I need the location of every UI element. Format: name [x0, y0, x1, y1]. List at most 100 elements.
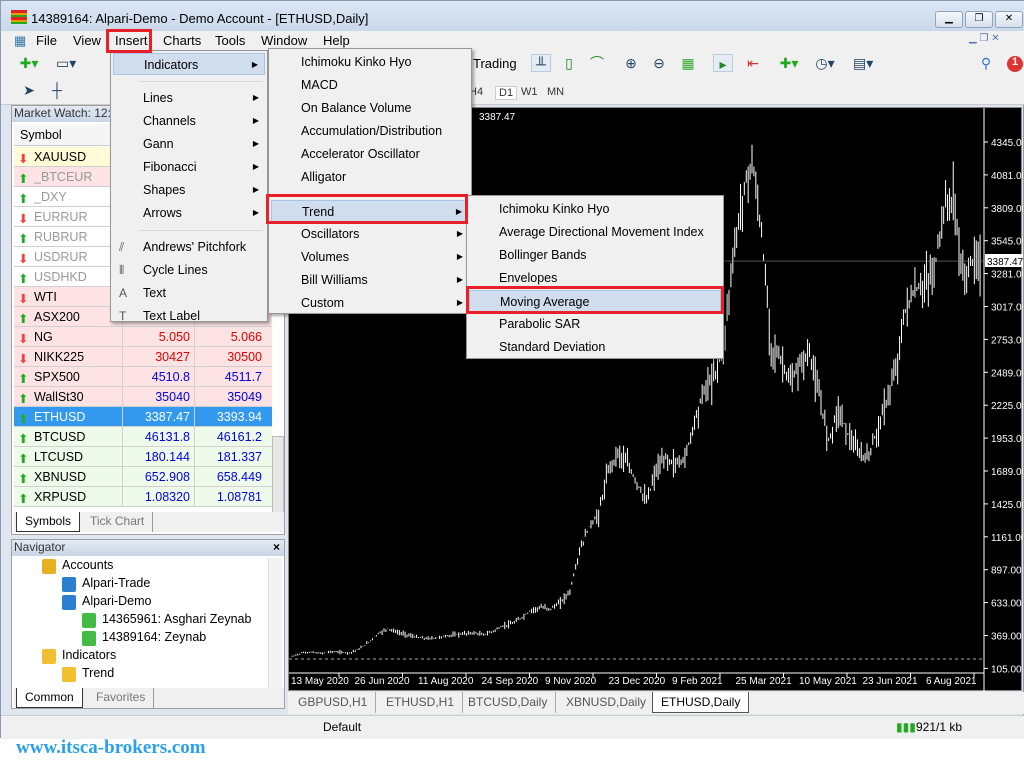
arrow-down-icon: ⬇ [18, 332, 29, 346]
templates-icon[interactable]: ▤▾ [853, 54, 873, 72]
navigator-close-icon[interactable]: × [273, 540, 280, 554]
menu-item-accumulation-distribution[interactable]: Accumulation/Distribution [271, 120, 469, 142]
chart-shift-icon[interactable]: ▸ [713, 54, 733, 72]
navigator-item[interactable]: Indicators [62, 648, 116, 662]
bid-price: 5.050 [122, 327, 194, 347]
menu-item-parabolic-sar[interactable]: Parabolic SAR [469, 313, 721, 335]
tile-windows-icon[interactable]: ▦ [678, 54, 698, 72]
timeframe-mn[interactable]: MN [547, 86, 564, 98]
price-label: 3281.00 [991, 270, 1023, 281]
market-watch-row[interactable]: ⬇ NIKK225 30427 30500 [14, 347, 272, 367]
chart-tab[interactable]: ETHUSD,H1 [378, 692, 464, 713]
menu-item-average-directional-movement-index[interactable]: Average Directional Movement Index [469, 221, 721, 243]
menu-item-accelerator-oscillator[interactable]: Accelerator Oscillator [271, 143, 469, 165]
menu-window[interactable]: Window [259, 33, 309, 48]
notification-badge[interactable]: 1 [1007, 56, 1023, 72]
menu-item-fibonacci[interactable]: Fibonacci ▶ [113, 156, 265, 178]
navigator-item[interactable]: Trend [82, 666, 114, 680]
market-watch-row[interactable]: ⬆ LTCUSD 180.144 181.337 [14, 447, 272, 467]
chart-tab[interactable]: XBNUSD,Daily [558, 692, 656, 713]
tab-common[interactable]: Common [16, 688, 83, 708]
new-chart-icon[interactable]: ✚▾ [19, 54, 39, 72]
line-chart-icon[interactable]: ⌒ [587, 54, 607, 72]
menu-item-custom[interactable]: Custom ▶ [271, 292, 469, 314]
menu-item-cycle-lines[interactable]: ⦀ Cycle Lines [113, 259, 265, 281]
auto-scroll-icon[interactable]: ⇤ [743, 54, 763, 72]
menu-tools[interactable]: Tools [213, 33, 247, 48]
menu-item-macd[interactable]: MACD [271, 74, 469, 96]
menu-charts[interactable]: Charts [161, 33, 203, 48]
chart-window-icon[interactable]: ▦ [14, 33, 26, 49]
tab-symbols[interactable]: Symbols [16, 512, 81, 532]
arrow-up-icon: ⬆ [18, 272, 29, 286]
menu-item-bollinger-bands[interactable]: Bollinger Bands [469, 244, 721, 266]
market-watch-row[interactable]: ⬆ BTCUSD 46131.8 46161.2 [14, 427, 272, 447]
candlestick-icon[interactable]: ▯ [559, 54, 579, 72]
menu-item-lines[interactable]: Lines ▶ [113, 87, 265, 109]
ask-price: 658.449 [194, 467, 266, 487]
autotrading-button[interactable]: Trading [473, 56, 517, 71]
ask-price: 1.08781 [194, 487, 266, 507]
menu-view[interactable]: View [71, 33, 103, 48]
symbol-name: BTCUSD [34, 430, 86, 444]
timeframe-d1[interactable]: D1 [495, 86, 518, 100]
menu-item-oscillators[interactable]: Oscillators ▶ [271, 223, 469, 245]
chart-tab[interactable]: GBPUSD,H1 [290, 692, 377, 713]
market-watch-row[interactable]: ⬆ SPX500 4510.8 4511.7 [14, 367, 272, 387]
navigator-item[interactable]: Alpari-Demo [82, 594, 151, 608]
menu-item-andrews-pitchfork[interactable]: ⫽ Andrews' Pitchfork [113, 236, 265, 258]
search-icon[interactable]: ⚲ [976, 54, 996, 72]
indicators-add-icon[interactable]: ✚▾ [779, 54, 799, 72]
minimize-button[interactable]: ▁ [935, 11, 963, 28]
menu-item-on-balance-volume[interactable]: On Balance Volume [271, 97, 469, 119]
bar-chart-icon[interactable]: ╨ [531, 54, 551, 72]
market-watch-row[interactable]: ⬇ NG 5.050 5.066 [14, 327, 272, 347]
tab-favorites[interactable]: Favorites [88, 688, 155, 708]
menu-item-standard-deviation[interactable]: Standard Deviation [469, 336, 721, 358]
navigator-item[interactable]: Alpari-Trade [82, 576, 150, 590]
menu-item-alligator[interactable]: Alligator [271, 166, 469, 188]
child-window-controls[interactable]: ▁ ❐ ✕ [969, 33, 1000, 44]
chart-tab[interactable]: ETHUSD,Daily [652, 692, 750, 713]
menu-item-label: Text [143, 286, 166, 300]
market-watch-scrollbar[interactable] [272, 436, 284, 516]
menu-item-channels[interactable]: Channels ▶ [113, 110, 265, 132]
window-title: 14389164: Alpari-Demo - Demo Account - [… [31, 11, 369, 26]
timeframe-w1[interactable]: W1 [521, 86, 538, 98]
menu-item-gann[interactable]: Gann ▶ [113, 133, 265, 155]
restore-button[interactable]: ❐ [965, 11, 993, 28]
menu-item-volumes[interactable]: Volumes ▶ [271, 246, 469, 268]
market-watch-row[interactable]: ⬆ XRPUSD 1.08320 1.08781 [14, 487, 272, 507]
chart-tab[interactable]: BTCUSD,Daily [460, 692, 557, 713]
market-watch-row[interactable]: ⬆ ETHUSD 3387.47 3393.94 [14, 407, 272, 427]
navigator-item[interactable]: 14389164: Zeynab [102, 630, 206, 644]
menu-help[interactable]: Help [321, 33, 352, 48]
navigator-scrollbar[interactable] [268, 558, 282, 688]
menu-item-bill-williams[interactable]: Bill Williams ▶ [271, 269, 469, 291]
zoom-in-icon[interactable]: ⊕ [621, 54, 641, 72]
market-watch-row[interactable]: ⬆ WallSt30 35040 35049 [14, 387, 272, 407]
zoom-out-icon[interactable]: ⊖ [649, 54, 669, 72]
navigator-item[interactable]: Accounts [62, 558, 113, 572]
menu-item-ichimoku-kinko-hyo[interactable]: Ichimoku Kinko Hyo [469, 198, 721, 220]
menu-file[interactable]: File [34, 33, 59, 48]
menu-item-label: Bollinger Bands [499, 248, 587, 262]
profiles-icon[interactable]: ▭▾ [56, 54, 76, 72]
menu-item-text-label[interactable]: T Text Label [113, 305, 265, 327]
close-window-button[interactable]: ✕ [995, 11, 1023, 28]
menu-item-text[interactable]: A Text [113, 282, 265, 304]
column-symbol[interactable]: Symbol [20, 128, 62, 142]
market-watch-row[interactable]: ⬆ XBNUSD 652.908 658.449 [14, 467, 272, 487]
menu-item-indicators[interactable]: Indicators ▶ [113, 53, 265, 75]
date-label: 26 Jun 2020 [355, 676, 410, 687]
menu-item-arrows[interactable]: Arrows ▶ [113, 202, 265, 224]
menu-item-ichimoku-kinko-hyo[interactable]: Ichimoku Kinko Hyo [271, 51, 469, 73]
symbol-name: _BTCEUR [34, 170, 93, 184]
crosshair-icon[interactable]: ┼ [47, 81, 67, 99]
menu-item-shapes[interactable]: Shapes ▶ [113, 179, 265, 201]
cursor-icon[interactable]: ➤ [19, 81, 39, 99]
periods-clock-icon[interactable]: ◷▾ [815, 54, 835, 72]
navigator-item[interactable]: 14365961: Asghari Zeynab [102, 612, 251, 626]
indicators-submenu: Ichimoku Kinko Hyo MACD On Balance Volume A… [268, 48, 472, 314]
tab-tick-chart[interactable]: Tick Chart [82, 512, 154, 532]
